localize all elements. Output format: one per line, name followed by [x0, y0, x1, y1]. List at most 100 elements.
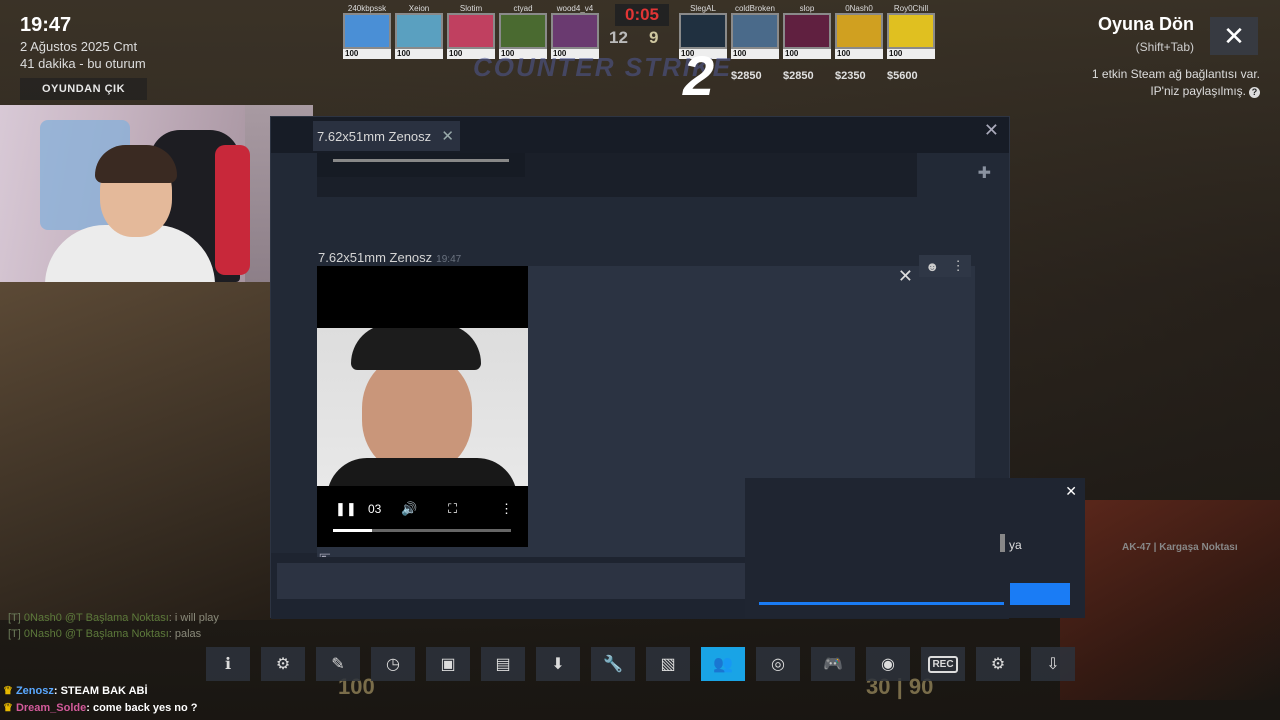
volume-icon[interactable]: 🔊	[401, 501, 417, 517]
popup-progress-line	[759, 602, 1004, 605]
media-close-icon[interactable]: ✕	[898, 266, 913, 287]
close-icon: ✕	[1223, 20, 1245, 51]
emoticon-reaction-icon[interactable]: ☻	[925, 259, 939, 274]
player-avatar	[887, 13, 935, 49]
player-name: SlegAL	[690, 4, 716, 13]
tab-close-icon[interactable]: ✕	[441, 127, 454, 145]
round-timer: 0:05	[615, 4, 669, 26]
scoreboard-hud: 240kbpssk 100 Xeion 100 Slotim 100 ctyad 100 woo…	[343, 2, 937, 114]
stream-chat-line: ♛ Dream_Solde: come back yes no ?	[3, 702, 198, 714]
fullscreen-icon[interactable]: ⛶	[448, 501, 457, 517]
message-sender: 7.62x51mm Zenosz	[318, 250, 433, 265]
controller-button[interactable]: 🎮	[811, 647, 855, 681]
window-close-icon[interactable]: ✕	[984, 120, 999, 141]
player-name: slop	[799, 4, 815, 13]
previous-message-attachment	[317, 153, 525, 177]
player-hp: 100	[783, 49, 831, 59]
game-chat: [T] 0Nash0 @T Başlama Noktası: i will pl…	[8, 610, 219, 642]
video-controls: ❚❚ 03 🔊 ⛶ ⋮	[317, 494, 528, 524]
achievements-button[interactable]: ⚙	[261, 647, 305, 681]
player-name: 0Nash0	[845, 4, 873, 13]
stream-chat-line: ♛ Zenosz: STEAM BAK ABİ	[3, 685, 148, 697]
player-hp: 100	[887, 49, 935, 59]
stream-chat: ♛ Zenosz: STEAM BAK ABİ ♛ Dream_Solde: c…	[3, 683, 198, 717]
player-card-left: Xeion 100	[395, 4, 443, 59]
pause-icon[interactable]: ❚❚	[335, 501, 357, 517]
player-avatar	[783, 13, 831, 49]
player-card-left: ctyad 100	[499, 4, 547, 59]
player-avatar	[731, 13, 779, 49]
popup-action-button[interactable]	[1010, 583, 1070, 605]
web-button[interactable]: ◉	[866, 647, 910, 681]
player-avatar	[835, 13, 883, 49]
player-card-left: wood4_v4 100	[551, 4, 599, 59]
popup-scrollbar[interactable]	[1000, 534, 1005, 552]
info-icon: ℹ	[224, 656, 232, 673]
minimize-button[interactable]: ⇩	[1031, 647, 1075, 681]
notes-button[interactable]: ✎	[316, 647, 360, 681]
popup-close-icon[interactable]: ✕	[1065, 483, 1077, 500]
player-name: ctyad	[513, 4, 533, 13]
screenshots-icon: ▣	[440, 656, 456, 673]
player-avatar	[551, 13, 599, 49]
media-button[interactable]: ▧	[646, 647, 690, 681]
cam-person-hair	[95, 145, 177, 183]
player-name: coldBroken	[734, 4, 776, 13]
video-progress-bar[interactable]	[333, 529, 511, 532]
settings-button[interactable]: ⚙	[976, 647, 1020, 681]
more-options-icon[interactable]: ⋮	[500, 501, 513, 517]
timer-icon: ◷	[386, 656, 400, 673]
game-chat-line: [T] 0Nash0 @T Başlama Noktası: i will pl…	[8, 612, 219, 624]
player-name: Xeion	[408, 4, 430, 13]
record-button[interactable]: REC	[921, 647, 965, 681]
score-t: 9	[649, 28, 659, 47]
player-hp: 100	[835, 49, 883, 59]
add-friend-icon[interactable]: ✚	[978, 163, 991, 183]
player-card-left: Slotim 100	[447, 4, 495, 59]
player-hp: 100	[395, 49, 443, 59]
chat-tab-bar: 7.62x51mm Zenosz ✕ ✕	[271, 117, 1009, 153]
notes-icon: ✎	[331, 656, 345, 673]
chat-button[interactable]: ▤	[481, 647, 525, 681]
player-money: $5600	[887, 70, 918, 82]
info-button[interactable]: ℹ	[206, 647, 250, 681]
player-card-right: 0Nash0 100 $2350	[835, 4, 883, 82]
player-money: $2850	[783, 70, 814, 82]
player-name: Slotim	[459, 4, 483, 13]
player-hp: 100	[343, 49, 391, 59]
timer-button[interactable]: ◷	[371, 647, 415, 681]
media-icon: ▧	[660, 656, 676, 673]
exit-game-button[interactable]: OYUNDAN ÇIK	[20, 78, 147, 100]
tools-button[interactable]: 🔧	[591, 647, 635, 681]
message-options-icon[interactable]: ⋮	[952, 258, 965, 274]
message-header: 7.62x51mm Zenosz 19:47	[318, 250, 461, 265]
session-duration: 41 dakika - bu oturum	[20, 56, 146, 71]
crown-icon: ♛	[3, 685, 13, 697]
settings-icon: ⚙	[990, 656, 1006, 673]
close-overlay-button[interactable]: ✕	[1210, 17, 1258, 55]
view-icon: ◎	[771, 656, 785, 673]
player-money: $2850	[731, 70, 762, 82]
player-name: wood4_v4	[556, 4, 594, 13]
friends-button[interactable]: 👥	[701, 647, 745, 681]
network-connection-text: 1 etkin Steam ağ bağlantısı var.	[1091, 67, 1260, 81]
return-to-game-title: Oyuna Dön	[1097, 14, 1194, 34]
message-timestamp: 19:47	[436, 254, 462, 265]
video-time: 03	[368, 502, 382, 516]
chat-icon: ▤	[495, 656, 511, 673]
video-player[interactable]: ❚❚ 03 🔊 ⛶ ⋮	[317, 266, 528, 547]
secondary-popup: ✕ ya	[745, 478, 1085, 618]
player-name: Roy0Chill	[893, 4, 929, 13]
help-icon[interactable]: ?	[1249, 87, 1260, 98]
player-avatar	[447, 13, 495, 49]
weapon-label: AK-47 | Kargaşa Noktası	[1122, 542, 1238, 553]
score-ct: 12	[609, 28, 628, 47]
badge-icon: ♛	[3, 702, 13, 714]
screenshots-button[interactable]: ▣	[426, 647, 470, 681]
game-weapon-model	[1060, 500, 1280, 700]
chat-tab[interactable]: 7.62x51mm Zenosz ✕	[313, 121, 460, 151]
achievements-icon: ⚙	[275, 656, 291, 673]
chat-input[interactable]	[277, 563, 777, 599]
downloads-button[interactable]: ⬇	[536, 647, 580, 681]
view-button[interactable]: ◎	[756, 647, 800, 681]
